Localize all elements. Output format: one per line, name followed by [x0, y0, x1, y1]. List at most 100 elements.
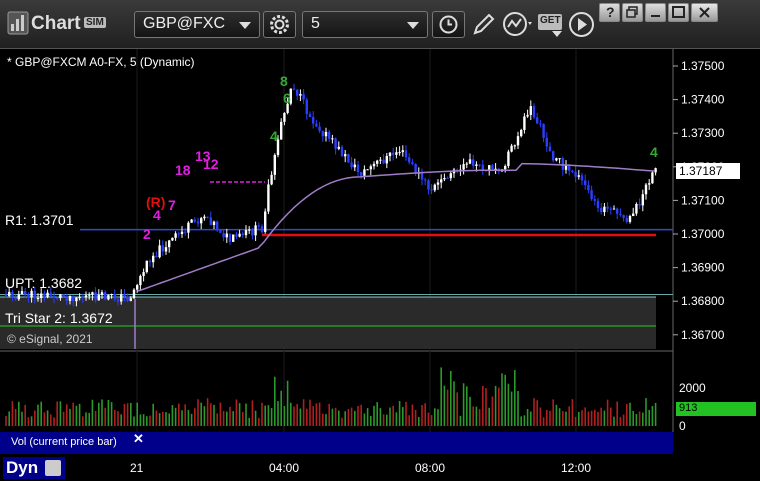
pencil-icon[interactable] [470, 12, 498, 38]
candle-body [465, 163, 468, 165]
candle-body [584, 180, 587, 186]
candle-body [369, 166, 372, 170]
candle-body [174, 233, 177, 238]
candle-body [56, 297, 59, 299]
close-button[interactable] [691, 3, 718, 22]
settings-button[interactable] [263, 11, 296, 38]
candle-body [577, 175, 580, 177]
candle-body [270, 174, 273, 185]
candle-body [219, 229, 222, 234]
candle-body [516, 136, 520, 146]
candle-body [433, 184, 436, 191]
candle-body [244, 230, 248, 236]
candle-body [552, 151, 555, 161]
candle-body [587, 185, 590, 191]
candle-body [254, 225, 257, 236]
candle-body [184, 231, 187, 233]
price-tick-label: 1.37500 [681, 59, 725, 73]
candle-body [27, 294, 30, 298]
candle-body [593, 199, 596, 201]
study-icon[interactable] [502, 11, 536, 39]
price-tick-label: 1.37100 [681, 193, 725, 207]
candle-body [641, 194, 644, 206]
play-icon[interactable] [568, 11, 595, 38]
candle-body [126, 296, 129, 301]
candle-body [609, 208, 612, 210]
dyn-label: Dyn [6, 458, 39, 477]
candle-body [228, 233, 232, 242]
candle-body [177, 233, 180, 235]
candle-body [62, 294, 65, 297]
help-icon: ? [606, 4, 615, 20]
candle-body [107, 295, 110, 300]
candle-body [366, 169, 369, 171]
candle-body [372, 163, 376, 167]
dyn-button[interactable]: Dyn [3, 457, 65, 479]
signal-marker: 4 [153, 207, 161, 223]
candle-body [398, 152, 401, 154]
price-tick-label: 1.36800 [681, 294, 725, 308]
help-button[interactable]: ? [599, 3, 620, 22]
candle-body [526, 114, 529, 117]
candle-body [139, 275, 142, 286]
candle-body [334, 138, 337, 149]
chart-canvas[interactable]: 864181312(R) 7424 1.375001.374001.373001.… [0, 49, 760, 481]
price-tick-label: 1.36700 [681, 328, 725, 342]
get-label: GET [540, 15, 561, 26]
candle-body [430, 189, 433, 191]
candle-body [561, 158, 564, 170]
candle-body [81, 297, 84, 299]
symbol-value: GBP@FXC [143, 15, 226, 32]
chart-toolbar: Chart SIM GBP@FXC 5 GET ? [0, 0, 760, 49]
candle-body [638, 203, 641, 206]
minimize-button[interactable] [645, 3, 666, 22]
candle-body [91, 292, 94, 295]
candle-body [17, 294, 20, 300]
candle-body [216, 221, 219, 230]
interval-dropdown[interactable]: 5 [302, 11, 428, 38]
candle-body [100, 292, 104, 296]
maximize-icon [672, 6, 685, 18]
candle-body [59, 294, 62, 299]
candle-body [142, 272, 145, 276]
restore-button[interactable] [622, 3, 643, 22]
clock-button[interactable] [432, 11, 465, 38]
candle-body [36, 298, 40, 300]
symbol-dropdown[interactable]: GBP@FXC [134, 11, 260, 38]
last-price-value: 1.37187 [679, 164, 723, 178]
candle-body [65, 296, 68, 301]
candle-body [129, 298, 132, 301]
candle-body [145, 260, 148, 273]
candle-body [164, 247, 168, 252]
candle-body [536, 117, 539, 124]
get-button[interactable]: GET [538, 14, 562, 30]
time-tick-label: 21 [130, 461, 144, 475]
candle-body [222, 233, 225, 238]
candle-body [632, 213, 635, 217]
candle-body [136, 285, 139, 290]
candle-body [529, 106, 532, 115]
candle-body [481, 164, 484, 170]
candle-body [532, 106, 536, 118]
candle-body [404, 150, 408, 158]
candle-body [84, 295, 88, 298]
last-price-badge: 1.37187 [676, 163, 740, 179]
candle-body [628, 216, 632, 222]
candle-body [260, 226, 264, 232]
candle-body [155, 255, 158, 258]
chevron-down-icon[interactable] [552, 31, 562, 38]
maximize-button[interactable] [668, 3, 689, 22]
candle-body [468, 159, 472, 164]
candle-body [235, 234, 238, 237]
volume-close-icon[interactable]: ✕ [133, 431, 144, 447]
candle-body [97, 295, 100, 301]
candle-body [491, 165, 494, 170]
candle-body [238, 233, 241, 237]
candle-body [161, 245, 164, 252]
candle-body [241, 233, 244, 236]
candle-body [33, 290, 36, 299]
candle-body [420, 172, 424, 180]
candle-body [30, 290, 33, 298]
volume-current-value: 913 [679, 402, 698, 414]
candle-body [40, 293, 43, 299]
